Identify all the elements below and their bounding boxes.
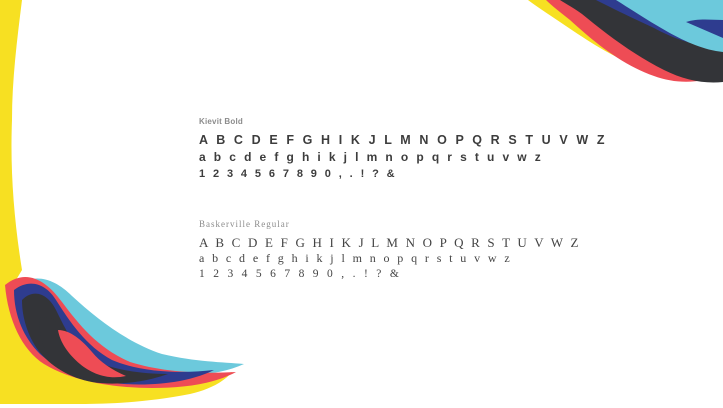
yellow-left-stroke bbox=[0, 0, 22, 300]
baskerville-lowercase-glyphs: a b c d e f g h i k j l m n o p q r s t … bbox=[199, 251, 513, 265]
kievit-digit-glyphs: 1 2 3 4 5 6 7 8 9 0 , . ! ? & bbox=[199, 168, 398, 180]
baskerville-specimen: Baskerville Regular A B C D E F G H I K … bbox=[199, 219, 581, 282]
font-name-baskerville: Baskerville Regular bbox=[199, 219, 290, 229]
kievit-lowercase-glyphs: a b c d e f g h i k j l m n o p q r s t … bbox=[199, 150, 544, 164]
type-specimen-slide: Kievit Bold A B C D E F G H I K J L M N … bbox=[0, 0, 723, 408]
kievit-specimen: Kievit Bold A B C D E F G H I K J L M N … bbox=[199, 117, 607, 183]
decorative-brush-strokes bbox=[0, 0, 723, 404]
baskerville-digit-glyphs: 1 2 3 4 5 6 7 8 9 0 , . ! ? & bbox=[199, 268, 402, 280]
kievit-uppercase-glyphs: A B C D E F G H I K J L M N O P Q R S T … bbox=[199, 133, 608, 147]
baskerville-uppercase-glyphs: A B C D E F G H I K J L M N O P Q R S T … bbox=[199, 235, 581, 250]
font-name-kievit: Kievit Bold bbox=[199, 117, 243, 126]
